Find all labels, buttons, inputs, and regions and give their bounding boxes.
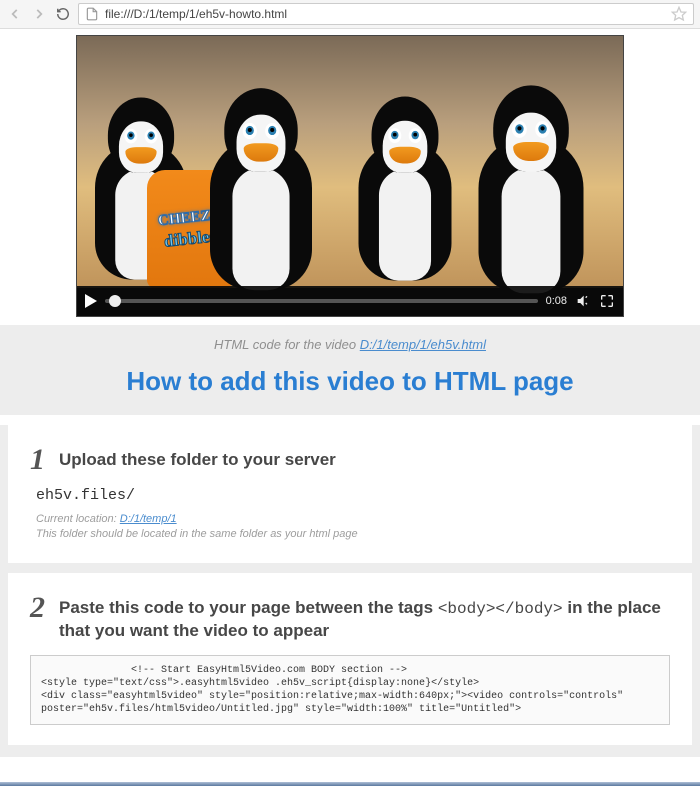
progress-knob[interactable] [109,295,121,307]
hint-link[interactable]: D:/1/temp/1 [120,513,177,525]
hint-prefix: Current location: [36,513,120,525]
page-content: CHEEZY dibbles 0:08 HTML c [0,29,700,757]
caption-prefix: HTML code for the video [214,337,360,352]
page-title: How to add this video to HTML page [20,366,680,397]
fullscreen-icon[interactable] [599,293,615,309]
step-title-mono: <body></body> [438,600,563,618]
step-title: Upload these folder to your server [59,445,336,472]
browser-toolbar: file:///D:/1/temp/1/eh5v-howto.html [0,0,700,29]
video-time: 0:08 [546,295,567,307]
hint-line-1: Current location: D:/1/temp/1 [36,512,670,527]
forward-button[interactable] [30,5,48,23]
step-1: 1 Upload these folder to your server eh5… [8,425,692,563]
file-icon [85,7,99,21]
url-text: file:///D:/1/temp/1/eh5v-howto.html [105,7,665,21]
step-number: 1 [30,445,45,475]
progress-bar[interactable] [105,299,538,303]
video-controls: 0:08 [77,286,623,316]
volume-icon[interactable] [575,293,591,309]
video-caption: HTML code for the video D:/1/temp/1/eh5v… [20,337,680,352]
reload-button[interactable] [54,5,72,23]
step-2: 2 Paste this code to your page between t… [8,573,692,746]
header-section: HTML code for the video D:/1/temp/1/eh5v… [0,325,700,415]
bookmark-star-icon[interactable] [671,6,687,22]
video-container: CHEEZY dibbles 0:08 [0,29,700,325]
caption-link[interactable]: D:/1/temp/1/eh5v.html [360,337,486,352]
code-snippet[interactable]: <!-- Start EasyHtml5Video.com BODY secti… [30,655,670,725]
step-title-pre: Paste this code to your page between the… [59,598,438,617]
hint-line-2: This folder should be located in the sam… [36,527,670,542]
folder-name: eh5v.files/ [36,487,670,504]
video-frame: CHEEZY dibbles [77,36,623,288]
back-button[interactable] [6,5,24,23]
play-button[interactable] [85,294,97,308]
video-player[interactable]: CHEEZY dibbles 0:08 [76,35,624,317]
window-bottom-border [0,782,700,786]
step-title: Paste this code to your page between the… [59,593,670,644]
step-number: 2 [30,593,45,623]
address-bar[interactable]: file:///D:/1/temp/1/eh5v-howto.html [78,3,694,25]
